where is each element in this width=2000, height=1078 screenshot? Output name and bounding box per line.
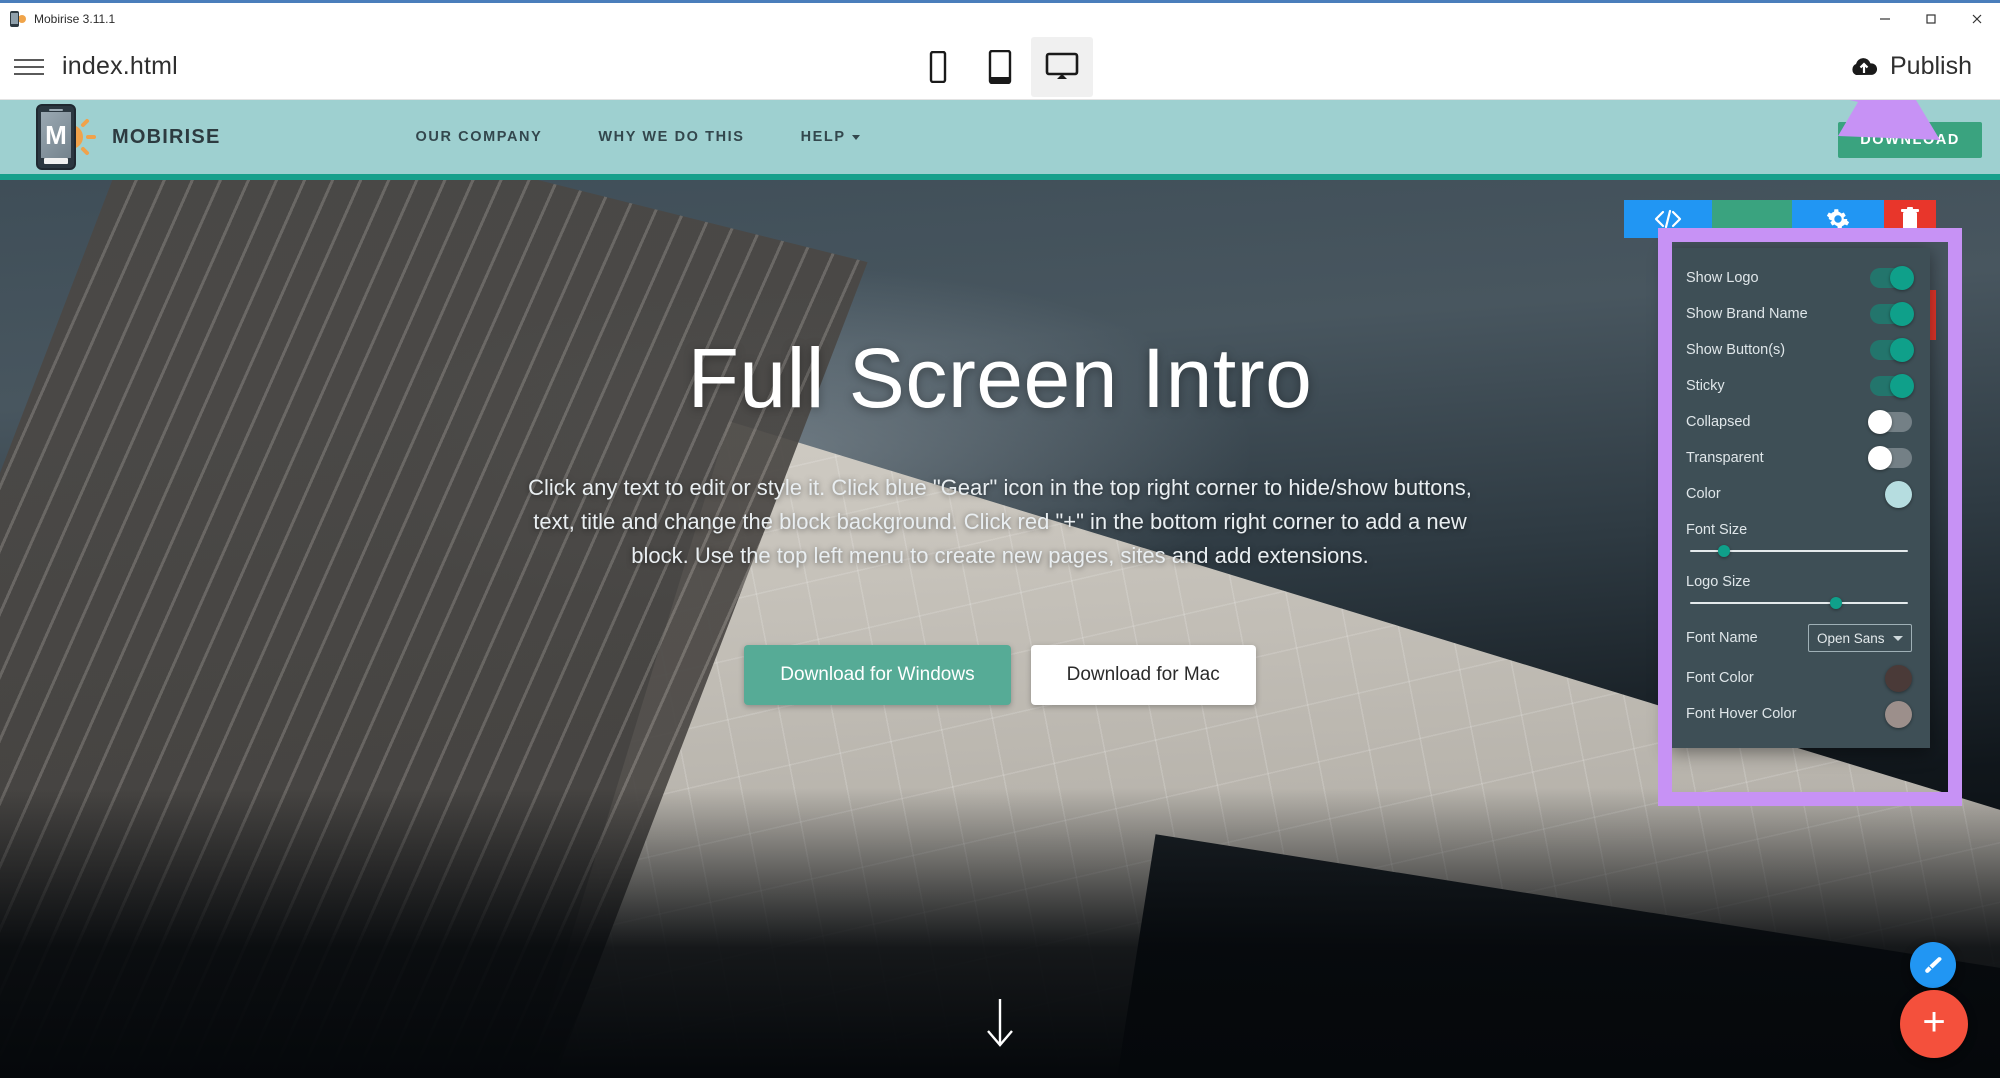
brand-logo-letter: M bbox=[45, 120, 67, 150]
code-brackets-icon bbox=[1654, 209, 1682, 229]
setting-label: Logo Size bbox=[1686, 574, 1751, 590]
nav-link-label: OUR COMPANY bbox=[415, 129, 543, 145]
device-tablet-button[interactable] bbox=[969, 37, 1031, 97]
titlebar-left-group: Mobirise 3.11.1 bbox=[0, 10, 116, 27]
setting-row-show-buttons: Show Button(s) bbox=[1668, 332, 1930, 368]
gear-icon bbox=[1826, 209, 1850, 229]
hero-title[interactable]: Full Screen Intro bbox=[688, 330, 1313, 427]
slider-logo-size[interactable] bbox=[1690, 597, 1908, 609]
block-code-editor-button[interactable] bbox=[1624, 200, 1712, 238]
nav-link-label: WHY WE DO THIS bbox=[598, 129, 745, 145]
mobirise-logo-icon bbox=[10, 10, 26, 27]
setting-row-logo-size: Logo Size bbox=[1668, 564, 1930, 616]
toggle-show-brand-name[interactable] bbox=[1870, 302, 1914, 326]
window-title: Mobirise 3.11.1 bbox=[34, 11, 116, 26]
hamburger-menu-icon[interactable] bbox=[14, 50, 48, 84]
hero-subtitle[interactable]: Click any text to edit or style it. Clic… bbox=[520, 471, 1480, 573]
block-settings-gear-button[interactable] bbox=[1792, 200, 1884, 238]
trash-icon bbox=[1901, 207, 1919, 229]
setting-label: Font Hover Color bbox=[1686, 706, 1797, 722]
setting-row-show-logo: Show Logo bbox=[1668, 260, 1930, 296]
site-brand[interactable]: M MOBIRISE bbox=[30, 104, 221, 170]
close-button[interactable] bbox=[1954, 2, 2000, 36]
toggle-collapsed[interactable] bbox=[1868, 410, 1912, 434]
chevron-down-icon bbox=[1893, 635, 1903, 641]
block-toolbar bbox=[1624, 200, 1936, 238]
window-titlebar: Mobirise 3.11.1 bbox=[0, 0, 2000, 34]
nav-download-button[interactable]: DOWNLOAD bbox=[1838, 122, 1982, 158]
setting-label: Show Button(s) bbox=[1686, 342, 1786, 358]
chevron-down-icon bbox=[851, 134, 860, 140]
setting-label: Show Brand Name bbox=[1686, 306, 1808, 322]
mobirise-brand-logo-icon: M bbox=[30, 104, 100, 170]
slider-handle bbox=[1829, 597, 1842, 609]
publish-button[interactable]: Publish bbox=[1849, 52, 1972, 81]
slider-font-size[interactable] bbox=[1690, 545, 1908, 557]
add-block-button[interactable]: + bbox=[1900, 990, 1968, 1058]
block-delete-button[interactable] bbox=[1884, 200, 1936, 238]
setting-row-sticky: Sticky bbox=[1668, 368, 1930, 404]
setting-row-font-color: Font Color bbox=[1668, 660, 1930, 696]
current-page-filename[interactable]: index.html bbox=[62, 52, 178, 81]
setting-label: Transparent bbox=[1686, 450, 1764, 466]
site-preview-canvas: M MOBIRISE OUR COMPANY WHY WE DO THIS HE… bbox=[0, 100, 2000, 1078]
select-font-name-value: Open Sans bbox=[1817, 630, 1885, 646]
toggle-show-buttons[interactable] bbox=[1870, 338, 1914, 362]
setting-row-transparent: Transparent bbox=[1668, 440, 1930, 476]
toggle-show-logo[interactable] bbox=[1870, 266, 1914, 290]
setting-label: Color bbox=[1686, 486, 1721, 502]
setting-label: Font Name bbox=[1686, 630, 1758, 646]
window-controls bbox=[1862, 2, 2000, 36]
download-for-mac-button[interactable]: Download for Mac bbox=[1030, 645, 1256, 706]
toggle-transparent[interactable] bbox=[1868, 446, 1912, 470]
nav-link-help[interactable]: HELP bbox=[801, 129, 860, 145]
paintbrush-icon bbox=[1925, 957, 1942, 973]
setting-label: Collapsed bbox=[1686, 414, 1751, 430]
navbar-settings-panel: Show Logo Show Brand Name Show Button(s)… bbox=[1668, 248, 1930, 748]
publish-label: Publish bbox=[1890, 52, 1972, 80]
site-brand-name: MOBIRISE bbox=[112, 125, 221, 148]
toggle-sticky[interactable] bbox=[1870, 374, 1914, 398]
setting-row-font-name: Font Name Open Sans bbox=[1668, 616, 1930, 660]
color-swatch-font[interactable] bbox=[1885, 664, 1912, 692]
block-drag-handle[interactable] bbox=[1712, 200, 1792, 238]
maximize-button[interactable] bbox=[1908, 2, 1954, 36]
color-swatch-font-hover[interactable] bbox=[1885, 700, 1912, 728]
setting-label: Font Color bbox=[1686, 670, 1754, 686]
select-font-name[interactable]: Open Sans bbox=[1808, 624, 1912, 652]
tablet-icon bbox=[988, 49, 1012, 84]
cloud-upload-icon bbox=[1852, 57, 1878, 75]
nav-link-why-we-do-this[interactable]: WHY WE DO THIS bbox=[598, 129, 744, 145]
setting-row-color: Color bbox=[1668, 476, 1930, 512]
setting-row-font-hover-color: Font Hover Color bbox=[1668, 696, 1930, 732]
device-phone-button[interactable] bbox=[907, 37, 969, 97]
nav-link-our-company[interactable]: OUR COMPANY bbox=[416, 129, 543, 145]
site-navbar: M MOBIRISE OUR COMPANY WHY WE DO THIS HE… bbox=[0, 100, 2000, 180]
desktop-icon bbox=[1045, 52, 1079, 79]
mobirise-app-window: Mobirise 3.11.1 index.html Publish M MOB… bbox=[0, 0, 2000, 1078]
setting-row-font-size: Font Size bbox=[1668, 512, 1930, 564]
setting-row-collapsed: Collapsed bbox=[1668, 404, 1930, 440]
hero-buttons: Download for Windows Download for Mac bbox=[744, 645, 1256, 706]
nav-link-label: HELP bbox=[800, 129, 846, 145]
setting-label: Font Size bbox=[1686, 522, 1748, 538]
device-preview-switch bbox=[907, 36, 1093, 97]
site-style-button[interactable] bbox=[1910, 942, 1956, 988]
scroll-down-arrow-icon[interactable] bbox=[983, 997, 1017, 1056]
setting-label: Sticky bbox=[1686, 378, 1725, 394]
color-swatch-background[interactable] bbox=[1885, 480, 1912, 508]
site-nav-links: OUR COMPANY WHY WE DO THIS HELP bbox=[416, 129, 860, 145]
minimize-button[interactable] bbox=[1862, 2, 1908, 36]
download-for-windows-button[interactable]: Download for Windows bbox=[744, 645, 1011, 706]
setting-label: Show Logo bbox=[1686, 270, 1759, 286]
device-desktop-button[interactable] bbox=[1031, 36, 1093, 97]
slider-handle bbox=[1718, 545, 1731, 557]
phone-icon bbox=[929, 50, 947, 83]
add-block-label: + bbox=[1922, 1000, 1946, 1044]
setting-row-show-brand-name: Show Brand Name bbox=[1668, 296, 1930, 332]
app-toolbar: index.html Publish bbox=[0, 34, 2000, 100]
